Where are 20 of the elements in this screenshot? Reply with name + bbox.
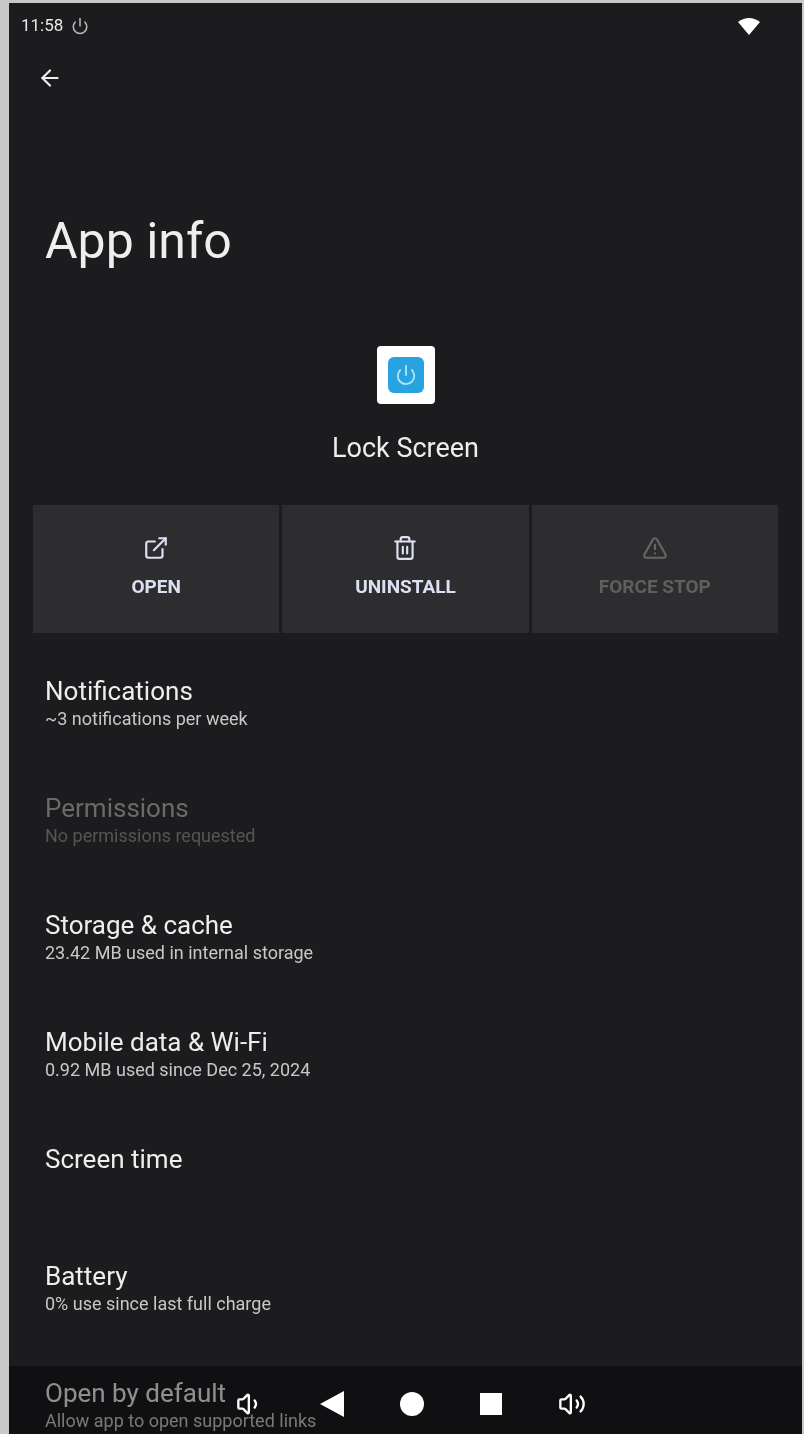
- trash-icon: [392, 535, 419, 562]
- action-button[interactable]: UNINSTALL: [282, 504, 529, 633]
- warning-icon: [641, 535, 668, 562]
- settings-item[interactable]: Open by default Allow app to open supported links: [9, 1376, 802, 1434]
- settings-item[interactable]: Storage & cache 23.42 MB used in internal storage: [9, 908, 802, 1026]
- page-title: App info: [45, 216, 233, 266]
- power-icon: [71, 17, 90, 35]
- recents-icon[interactable]: [479, 1393, 502, 1415]
- settings-item[interactable]: Screen time: [9, 1142, 802, 1260]
- settings-item[interactable]: Battery 0% use since last full charge: [9, 1259, 802, 1377]
- app-name: Lock Screen: [331, 431, 480, 466]
- settings-item[interactable]: Mobile data & Wi-Fi 0.92 MB used since Dec 25, 2024: [9, 1025, 802, 1143]
- home-icon[interactable]: [399, 1392, 424, 1416]
- settings-item[interactable]: Notifications ~3 notifications per week: [9, 674, 802, 792]
- action-button[interactable]: OPEN: [33, 504, 280, 633]
- wifi-icon: [738, 17, 760, 35]
- back-icon[interactable]: [319, 1391, 344, 1417]
- open-external-icon: [143, 535, 170, 562]
- app-icon: [376, 346, 435, 404]
- status-time: 11:58: [21, 14, 64, 38]
